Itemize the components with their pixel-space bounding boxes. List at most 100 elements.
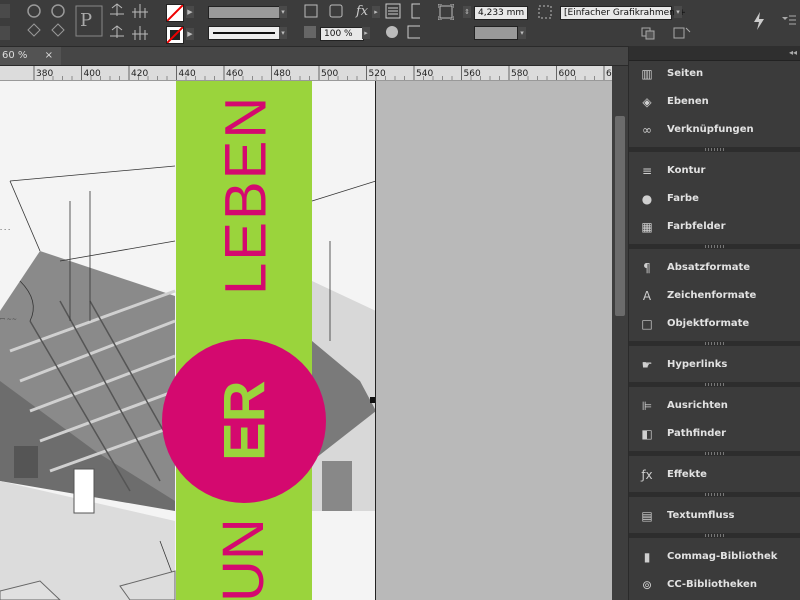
stroke-swatch[interactable]	[166, 26, 184, 44]
panel-menu-icon[interactable]	[782, 14, 796, 26]
panel-item-library[interactable]: ▮ Commag-Bibliothek	[629, 543, 800, 571]
object-style-field[interactable]: [Einfacher Grafikrahmen]+	[560, 6, 686, 20]
panel-dock-header: ◂◂	[629, 46, 800, 61]
panel-item-color[interactable]: ● Farbe	[629, 185, 800, 213]
panel-item-align[interactable]: ⊫ Ausrichten	[629, 392, 800, 420]
panel-item-label: Farbe	[667, 193, 699, 204]
document-page: - - - ꟷ ~~ LEBEN ER UN	[0, 81, 376, 600]
panel-item-label: Seiten	[667, 68, 704, 79]
panel-group-separator[interactable]	[629, 244, 800, 249]
panel-item-effects[interactable]: ƒx Effekte	[629, 461, 800, 489]
swatches-icon: ▦	[641, 220, 653, 234]
panel-item-label: Zeichenformate	[667, 290, 757, 301]
panel-item-label: Pathfinder	[667, 428, 727, 439]
panel-item-swatches[interactable]: ▦ Farbfelder	[629, 213, 800, 241]
panel-item-cc-libraries[interactable]: ⊚ CC-Bibliotheken	[629, 571, 800, 599]
document-canvas[interactable]: - - - ꟷ ~~ LEBEN ER UN	[0, 81, 612, 600]
hyperlinks-icon: ☛	[641, 358, 653, 372]
banner-text-top[interactable]: LEBEN	[210, 81, 282, 309]
panel-item-label: Verknüpfungen	[667, 124, 754, 135]
panel-item-label: Ausrichten	[667, 400, 728, 411]
panel-dock: ◂◂ ▥ Seiten ◈ Ebenen ∞ Verknüpfungen ≡ Kontur ● F…	[628, 46, 800, 600]
panel-item-label: Commag-Bibliothek	[667, 551, 778, 562]
text-wrap-icon: ▤	[641, 509, 653, 523]
opacity-field[interactable]: 100 %	[320, 27, 364, 41]
ruler-tick-label: 480	[274, 69, 291, 79]
control-bar: P ▶ ▶ ▾ ▾ fx ▸ 100 % ▸ ⇕ 4,233 mm ▾ [Ein…	[0, 0, 800, 47]
ruler-tick-label: 440	[179, 69, 196, 79]
offset-field[interactable]: 4,233 mm	[474, 6, 528, 20]
ruler-tick-label: 580	[511, 69, 528, 79]
pages-icon: ▥	[641, 67, 653, 81]
lightning-icon[interactable]	[752, 12, 766, 30]
panel-item-label: Ebenen	[667, 96, 709, 107]
effects-dropdown[interactable]: ▸	[372, 6, 380, 18]
panel-group-separator[interactable]	[629, 341, 800, 346]
panel-item-pathfinder[interactable]: ◧ Pathfinder	[629, 420, 800, 448]
layers-icon: ◈	[642, 95, 652, 109]
scrollbar-thumb[interactable]	[615, 116, 625, 316]
color-icon: ●	[641, 192, 653, 206]
panel-item-hyperlinks[interactable]: ☛ Hyperlinks	[629, 351, 800, 379]
offset-stepper[interactable]: ⇕	[463, 6, 471, 18]
stroke-dropdown-arrow[interactable]: ▶	[186, 28, 194, 40]
panel-item-character-styles[interactable]: A Zeichenformate	[629, 282, 800, 310]
stroke-weight-field[interactable]	[208, 6, 280, 19]
panel-item-object-styles[interactable]: □ Objektformate	[629, 310, 800, 338]
links-icon: ∞	[642, 123, 652, 137]
ruler-tick-label: 400	[84, 69, 101, 79]
panel-item-label: Effekte	[667, 469, 707, 480]
library-icon: ▮	[643, 550, 651, 564]
ruler-tick-label: 380	[36, 69, 53, 79]
stroke-type-dropdown[interactable]: ▾	[279, 27, 287, 39]
fill-swatch[interactable]	[166, 4, 184, 22]
ruler-tick-label: 540	[416, 69, 433, 79]
panel-item-paragraph-styles[interactable]: ¶ Absatzformate	[629, 254, 800, 282]
stroke-icon: ≡	[641, 164, 653, 178]
opacity-arrow[interactable]: ▸	[362, 27, 370, 39]
stroke-type-field[interactable]	[208, 26, 280, 40]
panel-item-label: Textumfluss	[667, 510, 735, 521]
document-tab-label: 60 %	[2, 50, 28, 61]
object-style-options-icons[interactable]	[640, 26, 700, 40]
ruler-tick-label: 460	[226, 69, 243, 79]
effects-fx-label[interactable]: fx	[356, 4, 368, 19]
panel-group-separator[interactable]	[629, 492, 800, 497]
ruler-tick-label: 420	[131, 69, 148, 79]
panel-group-separator[interactable]	[629, 451, 800, 456]
panel-item-stroke[interactable]: ≡ Kontur	[629, 157, 800, 185]
object-style-icon	[538, 5, 552, 19]
reference-point-glyph: P	[80, 10, 93, 31]
panel-item-label: Kontur	[667, 165, 706, 176]
paragraph-styles-icon: ¶	[643, 261, 651, 275]
panel-item-pages[interactable]: ▥ Seiten	[629, 60, 800, 88]
panel-item-links[interactable]: ∞ Verknüpfungen	[629, 116, 800, 144]
horizontal-ruler[interactable]: 38040042044046048050052054056058060062	[0, 66, 612, 81]
panel-item-layers[interactable]: ◈ Ebenen	[629, 88, 800, 116]
object-style-dropdown[interactable]: ▾	[674, 6, 682, 18]
panel-item-text-wrap[interactable]: ▤ Textumfluss	[629, 502, 800, 530]
cc-libraries-icon: ⊚	[641, 578, 653, 592]
panel-group-separator[interactable]	[629, 533, 800, 538]
document-tab[interactable]: 60 % ×	[0, 47, 61, 65]
panel-item-label: Objektformate	[667, 318, 750, 329]
fit-frame-icon[interactable]	[438, 4, 454, 20]
panel-item-label: CC-Bibliotheken	[667, 579, 757, 590]
panel-group-separator[interactable]	[629, 382, 800, 387]
ruler-tick-label: 560	[464, 69, 481, 79]
banner-text-bottom[interactable]: UN	[210, 519, 282, 600]
collapse-panels-icon[interactable]: ◂◂	[789, 46, 797, 60]
effects-icon: ƒx	[641, 468, 653, 482]
corner-shape-field[interactable]	[474, 26, 518, 40]
circle-text[interactable]: ER	[200, 366, 290, 476]
corner-shape-dropdown[interactable]: ▾	[518, 27, 526, 39]
vertical-scrollbar[interactable]	[612, 66, 628, 600]
panel-item-label: Hyperlinks	[667, 359, 728, 370]
panel-group-separator[interactable]	[629, 147, 800, 152]
stroke-weight-dropdown[interactable]: ▾	[279, 6, 287, 18]
panel-item-label: Farbfelder	[667, 221, 726, 232]
object-styles-icon: □	[641, 317, 653, 331]
fill-dropdown-arrow[interactable]: ▶	[186, 6, 194, 18]
close-tab-icon[interactable]: ×	[45, 50, 53, 61]
document-tab-bar: 60 % ×	[0, 47, 628, 66]
